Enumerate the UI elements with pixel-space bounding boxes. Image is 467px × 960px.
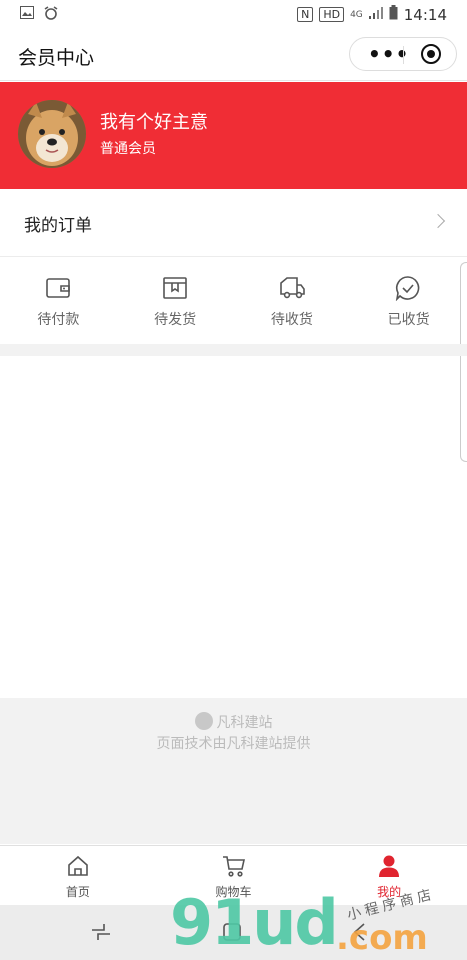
status-left-icons	[20, 6, 58, 24]
my-orders-title: 我的订单	[24, 216, 92, 236]
page-title: 会员中心	[18, 47, 95, 69]
bottom-tab-bar: 首页 购物车 我的	[0, 845, 467, 906]
check-chat-icon	[395, 275, 421, 302]
chevron-right-icon	[430, 213, 446, 229]
tab-home[interactable]: 首页	[0, 846, 156, 906]
avatar[interactable]	[18, 100, 86, 168]
nav-bar: 会员中心 •••	[0, 30, 467, 81]
scroll-indicator[interactable]	[460, 262, 467, 462]
status-label: 待发货	[154, 312, 197, 328]
order-status-pending-payment[interactable]: 待付款	[0, 258, 117, 344]
member-level: 普通会员	[100, 141, 156, 157]
mini-program-capsule: •••	[349, 37, 457, 71]
home-button-icon[interactable]	[222, 922, 242, 947]
status-label: 待收货	[270, 312, 313, 328]
user-icon	[377, 854, 401, 878]
alarm-icon	[44, 6, 58, 24]
my-orders-link[interactable]: 我的订单	[0, 190, 467, 257]
user-nickname: 我有个好主意	[100, 112, 208, 133]
tab-cart[interactable]: 购物车	[156, 846, 312, 906]
status-bar: N HD 4G 14:14	[0, 0, 467, 30]
close-target-icon[interactable]	[421, 44, 441, 64]
home-icon	[66, 854, 90, 878]
section-divider	[0, 344, 467, 356]
tab-label: 购物车	[215, 885, 252, 899]
status-right-icons: N HD 4G 14:14	[297, 5, 447, 24]
network-type: 4G	[350, 9, 363, 20]
status-label: 待付款	[37, 312, 80, 328]
profile-header: 我有个好主意 普通会员	[0, 82, 467, 189]
order-status-row: 待付款 待发货 待收货 已收货	[0, 258, 467, 344]
back-arrow-icon[interactable]	[350, 922, 370, 947]
signal-icon	[368, 6, 383, 23]
status-time: 14:14	[403, 5, 447, 24]
brand-logo-icon	[194, 712, 213, 730]
nfc-icon: N	[297, 7, 314, 22]
tab-label: 首页	[65, 885, 90, 899]
wallet-icon	[45, 275, 71, 301]
tab-label: 我的	[377, 885, 402, 899]
battery-icon	[389, 5, 398, 24]
order-status-pending-shipment[interactable]: 待发货	[117, 258, 234, 344]
image-notification-icon	[20, 6, 34, 24]
footer-brand: 凡科建站	[0, 712, 467, 732]
package-icon	[162, 275, 188, 301]
truck-icon	[279, 275, 305, 301]
tab-me[interactable]: 我的	[311, 846, 467, 906]
footer-brand-text: 凡科建站	[216, 715, 273, 731]
cart-icon	[222, 854, 246, 878]
order-status-received[interactable]: 已收货	[350, 258, 467, 344]
footer-credit: 凡科建站 页面技术由凡科建站提供	[0, 698, 467, 844]
system-nav-bar	[0, 905, 467, 960]
footer-powered-by: 页面技术由凡科建站提供	[156, 736, 311, 752]
order-status-pending-receipt[interactable]: 待收货	[234, 258, 351, 344]
hd-badge: HD	[319, 7, 345, 22]
capsule-divider	[403, 46, 404, 64]
recent-apps-icon[interactable]	[90, 922, 112, 947]
status-label: 已收货	[387, 312, 430, 328]
